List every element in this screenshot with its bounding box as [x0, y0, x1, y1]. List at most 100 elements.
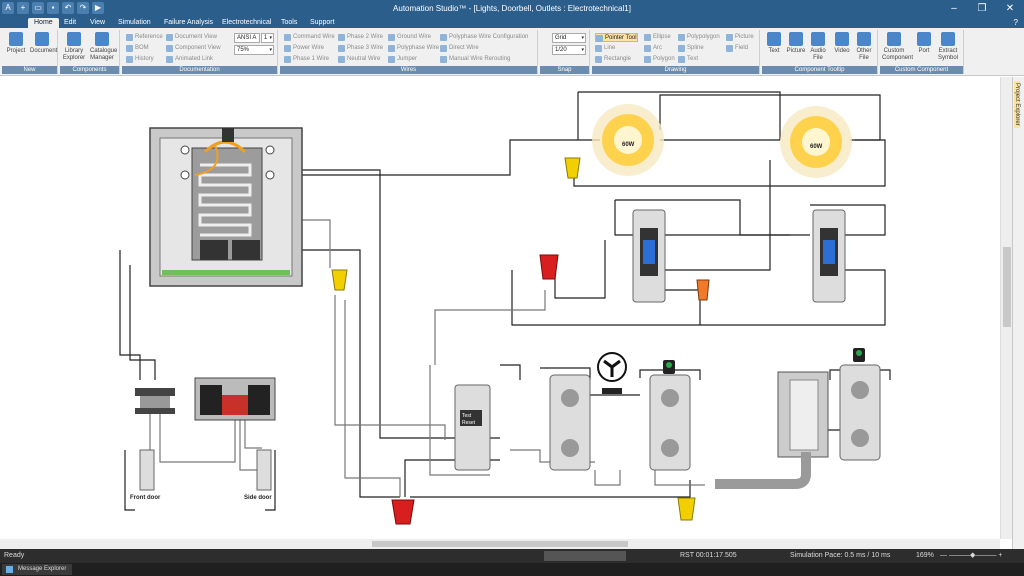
direct-wire-button[interactable]: Direct Wire: [440, 44, 479, 53]
phase1-wire-button[interactable]: Phase 1 Wire: [284, 55, 329, 64]
tab-support[interactable]: Support: [304, 18, 341, 28]
bom-button[interactable]: BOM: [126, 44, 149, 53]
diagram-canvas[interactable]: 60W 60W Front door Side door Test Reset: [0, 77, 1000, 539]
polypolygon-button[interactable]: Polypolygon: [678, 33, 720, 42]
tooltip-picture-button[interactable]: Picture: [784, 32, 808, 55]
wire-nut-red[interactable]: [391, 499, 415, 525]
arc-button[interactable]: Arc: [644, 44, 662, 53]
gfci-outlet[interactable]: Test Reset: [454, 384, 491, 471]
polyphase-wire-button[interactable]: Polyphase Wire: [388, 44, 439, 53]
extract-symbol-button[interactable]: Extract Symbol: [936, 32, 960, 62]
port-button[interactable]: Port: [912, 32, 936, 55]
electrical-panel[interactable]: [149, 127, 303, 287]
wire-nut-orange[interactable]: [696, 279, 710, 301]
document-view-button[interactable]: Document View: [166, 33, 217, 42]
group-component-tooltip: Text Picture Audio File Video Other File…: [762, 30, 878, 74]
document-button[interactable]: Document: [30, 32, 57, 55]
catalogue-manager-button[interactable]: Catalogue Manager: [90, 32, 117, 62]
wire-nut-yellow[interactable]: [564, 157, 581, 179]
wire-gray: [654, 470, 705, 486]
ansi-select[interactable]: ANSI A: [234, 33, 260, 43]
animated-link-button[interactable]: Animated Link: [166, 55, 213, 64]
three-way-switch[interactable]: [632, 209, 666, 303]
text-draw-button[interactable]: Text: [678, 55, 698, 64]
ansi-number-select[interactable]: 1 ▾: [261, 33, 274, 43]
group-label-new: New: [2, 66, 57, 74]
doorbell[interactable]: [194, 377, 276, 421]
minimize-icon[interactable]: –: [940, 0, 968, 18]
ellipse-button[interactable]: Ellipse: [644, 33, 671, 42]
reference-button[interactable]: Reference: [126, 33, 163, 42]
tooltip-video-button[interactable]: Video: [830, 32, 854, 55]
document-icon: [35, 32, 49, 46]
picture-draw-button[interactable]: Picture: [726, 33, 754, 42]
ground-wire-button[interactable]: Ground Wire: [388, 33, 431, 42]
project-button[interactable]: Project: [4, 32, 28, 55]
wire-nut-yellow[interactable]: [677, 497, 696, 521]
vertical-scroll-thumb[interactable]: [1003, 247, 1011, 327]
wiring-diagram: 60W 60W Front door Side door Test Reset: [119, 91, 891, 525]
rectangle-button[interactable]: Rectangle: [595, 55, 631, 64]
manual-wire-rerouting-button[interactable]: Manual Wire Rerouting: [440, 55, 510, 64]
grid-value-select[interactable]: 1/20 ▾: [552, 45, 586, 55]
neutral-wire-button[interactable]: Neutral Wire: [338, 55, 380, 64]
duplex-outlet[interactable]: [649, 360, 691, 471]
duplex-outlet[interactable]: [839, 348, 881, 461]
field-button[interactable]: Field: [726, 44, 748, 53]
horizontal-scroll-thumb[interactable]: [372, 541, 628, 547]
status-text: Ready: [4, 552, 25, 559]
transformer[interactable]: [135, 388, 175, 414]
wire-gray: [594, 470, 621, 486]
zoom-slider[interactable]: — ———◆——— +: [940, 549, 1010, 563]
tooltip-text-button[interactable]: Text: [762, 32, 786, 55]
three-way-switch[interactable]: [812, 209, 846, 303]
power-wire-button[interactable]: Power Wire: [284, 44, 324, 53]
horizontal-scrollbar[interactable]: [0, 539, 1000, 549]
vertical-scrollbar[interactable]: [1000, 77, 1012, 539]
close-icon[interactable]: ✕: [996, 0, 1024, 18]
line-button[interactable]: Line: [595, 44, 615, 53]
doorbell-button-front[interactable]: [139, 449, 155, 491]
wire-nut-red[interactable]: [539, 254, 559, 280]
tooltip-other-button[interactable]: Other File: [852, 32, 876, 62]
message-explorer-tab[interactable]: Message Explorer: [2, 564, 73, 575]
project-explorer-panel[interactable]: Project Explorer: [1012, 77, 1024, 549]
tab-tools[interactable]: Tools: [275, 18, 303, 28]
phase2-wire-button[interactable]: Phase 2 Wire: [338, 33, 383, 42]
help-icon[interactable]: ?: [1014, 18, 1018, 28]
junction-box[interactable]: [777, 371, 829, 458]
duplex-outlet[interactable]: [549, 374, 591, 471]
project-explorer-tab[interactable]: Project Explorer: [1014, 81, 1020, 128]
command-wire-button[interactable]: Command Wire: [284, 33, 335, 42]
maximize-icon[interactable]: ❐: [968, 0, 996, 18]
pointer-tool-button[interactable]: Pointer Tool: [595, 33, 638, 42]
polyphase-wire-config-button[interactable]: Polyphase Wire Configuration: [440, 33, 528, 42]
tab-electrotechnical[interactable]: Electrotechnical: [216, 18, 277, 28]
jumper-button[interactable]: Jumper: [388, 55, 417, 64]
tooltip-audio-button[interactable]: Audio File: [806, 32, 830, 62]
fan-icon[interactable]: [597, 352, 627, 394]
light-bulb[interactable]: 60W: [780, 106, 852, 178]
tab-simulation[interactable]: Simulation: [112, 18, 157, 28]
library-explorer-button[interactable]: Library Explorer: [62, 32, 86, 62]
component-view-button[interactable]: Component View: [166, 44, 221, 53]
custom-component-button[interactable]: Custom Component: [882, 32, 913, 62]
spline-button[interactable]: Spline: [678, 44, 704, 53]
port-icon: [917, 32, 931, 46]
tab-home[interactable]: Home: [28, 18, 59, 28]
tab-view[interactable]: View: [84, 18, 111, 28]
wire-nut-yellow[interactable]: [331, 269, 348, 291]
polygon-button[interactable]: Polygon: [644, 55, 675, 64]
tab-edit[interactable]: Edit: [58, 18, 82, 28]
light-bulb[interactable]: 60W: [592, 104, 664, 176]
video-icon: [835, 32, 849, 46]
phase3-wire-button[interactable]: Phase 3 Wire: [338, 44, 383, 53]
grid-select[interactable]: Grid ▾: [552, 33, 586, 43]
wire: [124, 450, 135, 511]
doorbell-button-side[interactable]: [256, 449, 272, 491]
tab-failure-analysis[interactable]: Failure Analysis: [158, 18, 219, 28]
history-button[interactable]: History: [126, 55, 154, 64]
zoom-select[interactable]: 75% ▾: [234, 45, 274, 55]
group-label-wires: Wires: [280, 66, 537, 74]
bulb-label: 60W: [810, 144, 823, 150]
